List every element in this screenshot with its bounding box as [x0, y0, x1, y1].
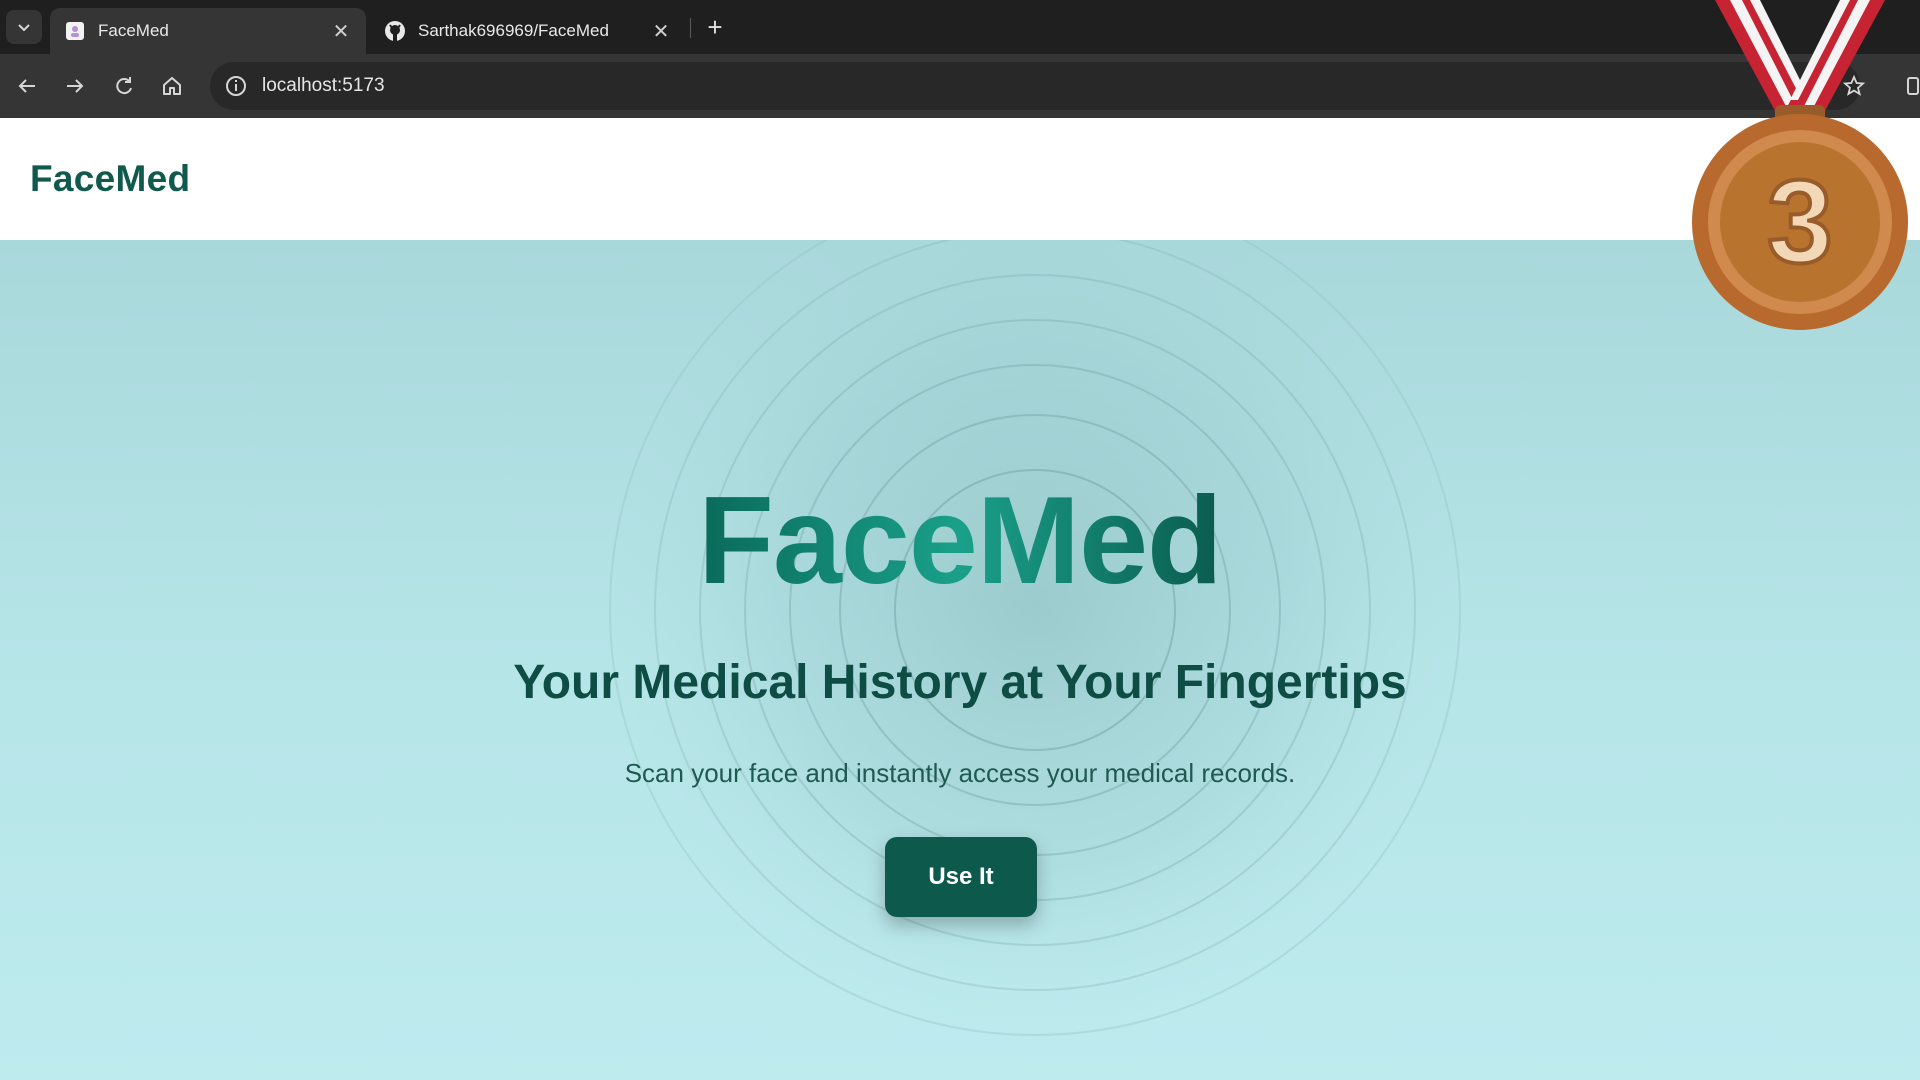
tab-title: FaceMed — [98, 21, 169, 40]
home-icon — [163, 77, 181, 95]
tab-facemed[interactable]: FaceMed ✕ — [50, 8, 366, 54]
chevron-down-icon — [18, 24, 30, 32]
use-it-button[interactable]: Use It — [885, 837, 1037, 917]
facemed-favicon-icon — [64, 20, 86, 42]
url-text: localhost:5173 — [262, 75, 385, 96]
address-bar[interactable]: localhost:5173 — [210, 62, 1860, 110]
tab-separator — [690, 18, 691, 38]
new-tab-button[interactable]: + — [700, 12, 730, 42]
browser-toolbar: localhost:5173 — [0, 54, 1920, 118]
hero-title: FaceMed — [0, 470, 1920, 612]
hero-description: Scan your face and instantly access your… — [624, 758, 1296, 788]
home-button[interactable] — [154, 68, 190, 104]
tab-github[interactable]: Sarthak696969/FaceMed ✕ — [370, 8, 686, 54]
close-tab-icon[interactable]: ✕ — [330, 20, 352, 43]
forward-button[interactable] — [57, 68, 93, 104]
app-navbar: FaceMed — [0, 118, 1920, 240]
bronze-medal-icon: 3 — [1692, 0, 1908, 330]
hero-section: FaceMed Your Medical History at Your Fin… — [0, 240, 1920, 1080]
hero-subtitle: Your Medical History at Your Fingertips — [513, 656, 1407, 709]
hero-title-text: FaceMed — [698, 472, 1223, 610]
close-tab-icon[interactable]: ✕ — [650, 20, 672, 43]
tab-title: Sarthak696969/FaceMed — [418, 21, 609, 40]
medal-number: 3 — [1767, 156, 1833, 288]
reload-button[interactable] — [106, 68, 142, 104]
site-info-icon[interactable] — [222, 72, 250, 100]
browser-tab-strip: FaceMed ✕ Sarthak696969/FaceMed ✕ + — [0, 0, 1920, 54]
arrow-right-icon — [67, 79, 84, 93]
reload-icon — [116, 77, 132, 95]
back-button[interactable] — [9, 68, 45, 104]
github-icon — [384, 20, 406, 42]
arrow-left-icon — [18, 79, 35, 93]
tab-search-button[interactable] — [6, 10, 42, 44]
brand-logo[interactable]: FaceMed — [30, 158, 190, 200]
